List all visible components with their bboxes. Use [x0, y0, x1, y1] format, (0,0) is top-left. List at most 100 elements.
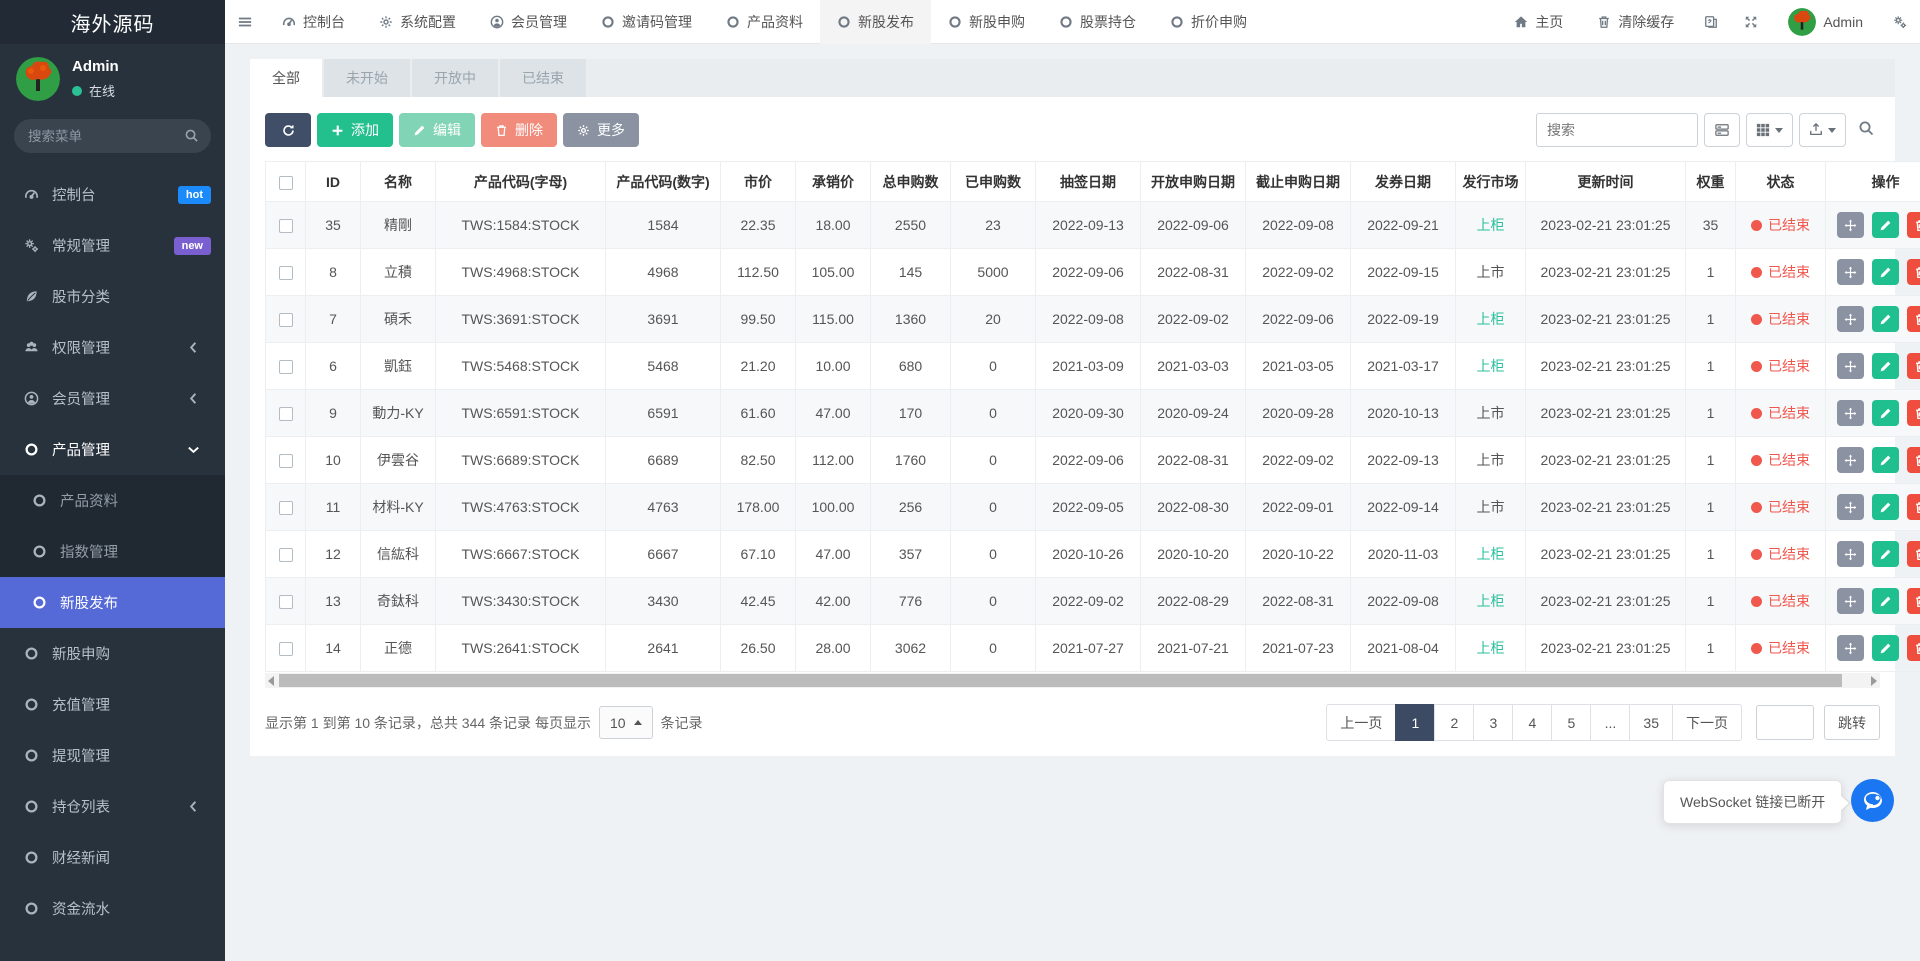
column-header-抽签日期[interactable]: 抽签日期	[1036, 162, 1141, 202]
prev-page-button[interactable]: 上一页	[1326, 704, 1396, 741]
sidebar-item-持仓列表[interactable]: 持仓列表	[0, 781, 225, 832]
move-row-button[interactable]	[1837, 400, 1864, 426]
chat-widget-button[interactable]	[1851, 779, 1894, 822]
move-row-button[interactable]	[1837, 353, 1864, 379]
user-menu[interactable]: Admin	[1771, 0, 1880, 44]
delete-row-button[interactable]	[1907, 447, 1920, 473]
edit-button[interactable]: 编辑	[399, 113, 475, 147]
page-size-select[interactable]: 10	[599, 706, 653, 739]
move-row-button[interactable]	[1837, 447, 1864, 473]
delete-row-button[interactable]	[1907, 494, 1920, 520]
delete-row-button[interactable]	[1907, 400, 1920, 426]
delete-row-button[interactable]	[1907, 541, 1920, 567]
column-header-操作[interactable]: 操作	[1826, 162, 1920, 202]
sidebar-item-提现管理[interactable]: 提现管理	[0, 730, 225, 781]
clear-cache-button[interactable]: 清除缓存	[1580, 0, 1691, 44]
page-button-4[interactable]: 4	[1512, 704, 1552, 741]
sidebar-item-产品管理[interactable]: 产品管理	[0, 424, 225, 475]
scroll-left-icon[interactable]	[268, 676, 274, 686]
delete-row-button[interactable]	[1907, 635, 1920, 661]
tab-未开始[interactable]: 未开始	[324, 59, 410, 97]
column-header-ID[interactable]: ID	[306, 162, 361, 202]
sidebar-item-资金流水[interactable]: 资金流水	[0, 883, 225, 934]
edit-row-button[interactable]	[1872, 353, 1899, 379]
move-row-button[interactable]	[1837, 259, 1864, 285]
edit-row-button[interactable]	[1872, 212, 1899, 238]
row-checkbox[interactable]	[279, 454, 293, 468]
delete-row-button[interactable]	[1907, 588, 1920, 614]
column-header-发行市场[interactable]: 发行市场	[1456, 162, 1526, 202]
fullscreen-button[interactable]	[1731, 0, 1771, 44]
sidebar-subitem-指数管理[interactable]: 指数管理	[0, 526, 225, 577]
edit-row-button[interactable]	[1872, 635, 1899, 661]
column-header-更新时间[interactable]: 更新时间	[1526, 162, 1686, 202]
table-search-input[interactable]	[1536, 113, 1698, 147]
page-button-3[interactable]: 3	[1473, 704, 1513, 741]
edit-row-button[interactable]	[1872, 494, 1899, 520]
row-checkbox[interactable]	[279, 219, 293, 233]
edit-row-button[interactable]	[1872, 400, 1899, 426]
column-header-市价[interactable]: 市价	[721, 162, 796, 202]
select-all-checkbox[interactable]	[279, 176, 293, 190]
home-button[interactable]: 主页	[1497, 0, 1580, 44]
nav-item-产品资料[interactable]: 产品资料	[709, 0, 820, 44]
move-row-button[interactable]	[1837, 306, 1864, 332]
language-button[interactable]	[1691, 0, 1731, 44]
sidebar-item-充值管理[interactable]: 充值管理	[0, 679, 225, 730]
column-header-总申购数[interactable]: 总申购数	[871, 162, 951, 202]
columns-button[interactable]	[1746, 113, 1793, 147]
sidebar-item-权限管理[interactable]: 权限管理	[0, 322, 225, 373]
edit-row-button[interactable]	[1872, 306, 1899, 332]
more-button[interactable]: 更多	[563, 113, 639, 147]
move-row-button[interactable]	[1837, 588, 1864, 614]
page-button-...[interactable]: ...	[1590, 704, 1630, 741]
nav-item-新股申购[interactable]: 新股申购	[931, 0, 1042, 44]
page-button-2[interactable]: 2	[1434, 704, 1474, 741]
page-button-35[interactable]: 35	[1629, 704, 1673, 741]
sidebar-item-财经新闻[interactable]: 财经新闻	[0, 832, 225, 883]
edit-row-button[interactable]	[1872, 447, 1899, 473]
edit-row-button[interactable]	[1872, 541, 1899, 567]
row-checkbox[interactable]	[279, 548, 293, 562]
sidebar-item-新股申购[interactable]: 新股申购	[0, 628, 225, 679]
horizontal-scrollbar[interactable]	[265, 673, 1880, 688]
tab-开放中[interactable]: 开放中	[412, 59, 498, 97]
move-row-button[interactable]	[1837, 541, 1864, 567]
sidebar-subitem-产品资料[interactable]: 产品资料	[0, 475, 225, 526]
jump-page-input[interactable]	[1756, 705, 1814, 740]
nav-item-系统配置[interactable]: 系统配置	[362, 0, 473, 44]
avatar[interactable]	[16, 57, 60, 101]
column-header-承销价[interactable]: 承销价	[796, 162, 871, 202]
page-button-1[interactable]: 1	[1395, 704, 1435, 741]
scroll-right-icon[interactable]	[1871, 676, 1877, 686]
column-header-截止申购日期[interactable]: 截止申购日期	[1246, 162, 1351, 202]
sidebar-item-会员管理[interactable]: 会员管理	[0, 373, 225, 424]
move-row-button[interactable]	[1837, 212, 1864, 238]
add-button[interactable]: 添加	[317, 113, 393, 147]
sidebar-subitem-新股发布[interactable]: 新股发布	[0, 577, 225, 628]
row-checkbox[interactable]	[279, 266, 293, 280]
column-header-已申购数[interactable]: 已申购数	[951, 162, 1036, 202]
column-header-名称[interactable]: 名称	[361, 162, 436, 202]
nav-item-新股发布[interactable]: 新股发布	[820, 0, 931, 44]
scrollbar-thumb[interactable]	[279, 674, 1842, 687]
nav-item-控制台[interactable]: 控制台	[265, 0, 362, 44]
delete-row-button[interactable]	[1907, 259, 1920, 285]
jump-button[interactable]: 跳转	[1824, 705, 1880, 740]
column-header-状态[interactable]: 状态	[1736, 162, 1826, 202]
move-row-button[interactable]	[1837, 494, 1864, 520]
column-header-产品代码(数字)[interactable]: 产品代码(数字)	[606, 162, 721, 202]
sidebar-search-input[interactable]	[14, 119, 211, 153]
column-header-产品代码(字母)[interactable]: 产品代码(字母)	[436, 162, 606, 202]
sidebar-toggle-button[interactable]	[225, 0, 265, 44]
toggle-view-button[interactable]	[1704, 113, 1740, 147]
row-checkbox[interactable]	[279, 501, 293, 515]
nav-item-股票持仓[interactable]: 股票持仓	[1042, 0, 1153, 44]
edit-row-button[interactable]	[1872, 259, 1899, 285]
row-checkbox[interactable]	[279, 642, 293, 656]
refresh-button[interactable]	[265, 113, 311, 147]
sidebar-item-股市分类[interactable]: 股市分类	[0, 271, 225, 322]
tab-已结束[interactable]: 已结束	[500, 59, 586, 97]
row-checkbox[interactable]	[279, 407, 293, 421]
tab-全部[interactable]: 全部	[250, 59, 322, 97]
